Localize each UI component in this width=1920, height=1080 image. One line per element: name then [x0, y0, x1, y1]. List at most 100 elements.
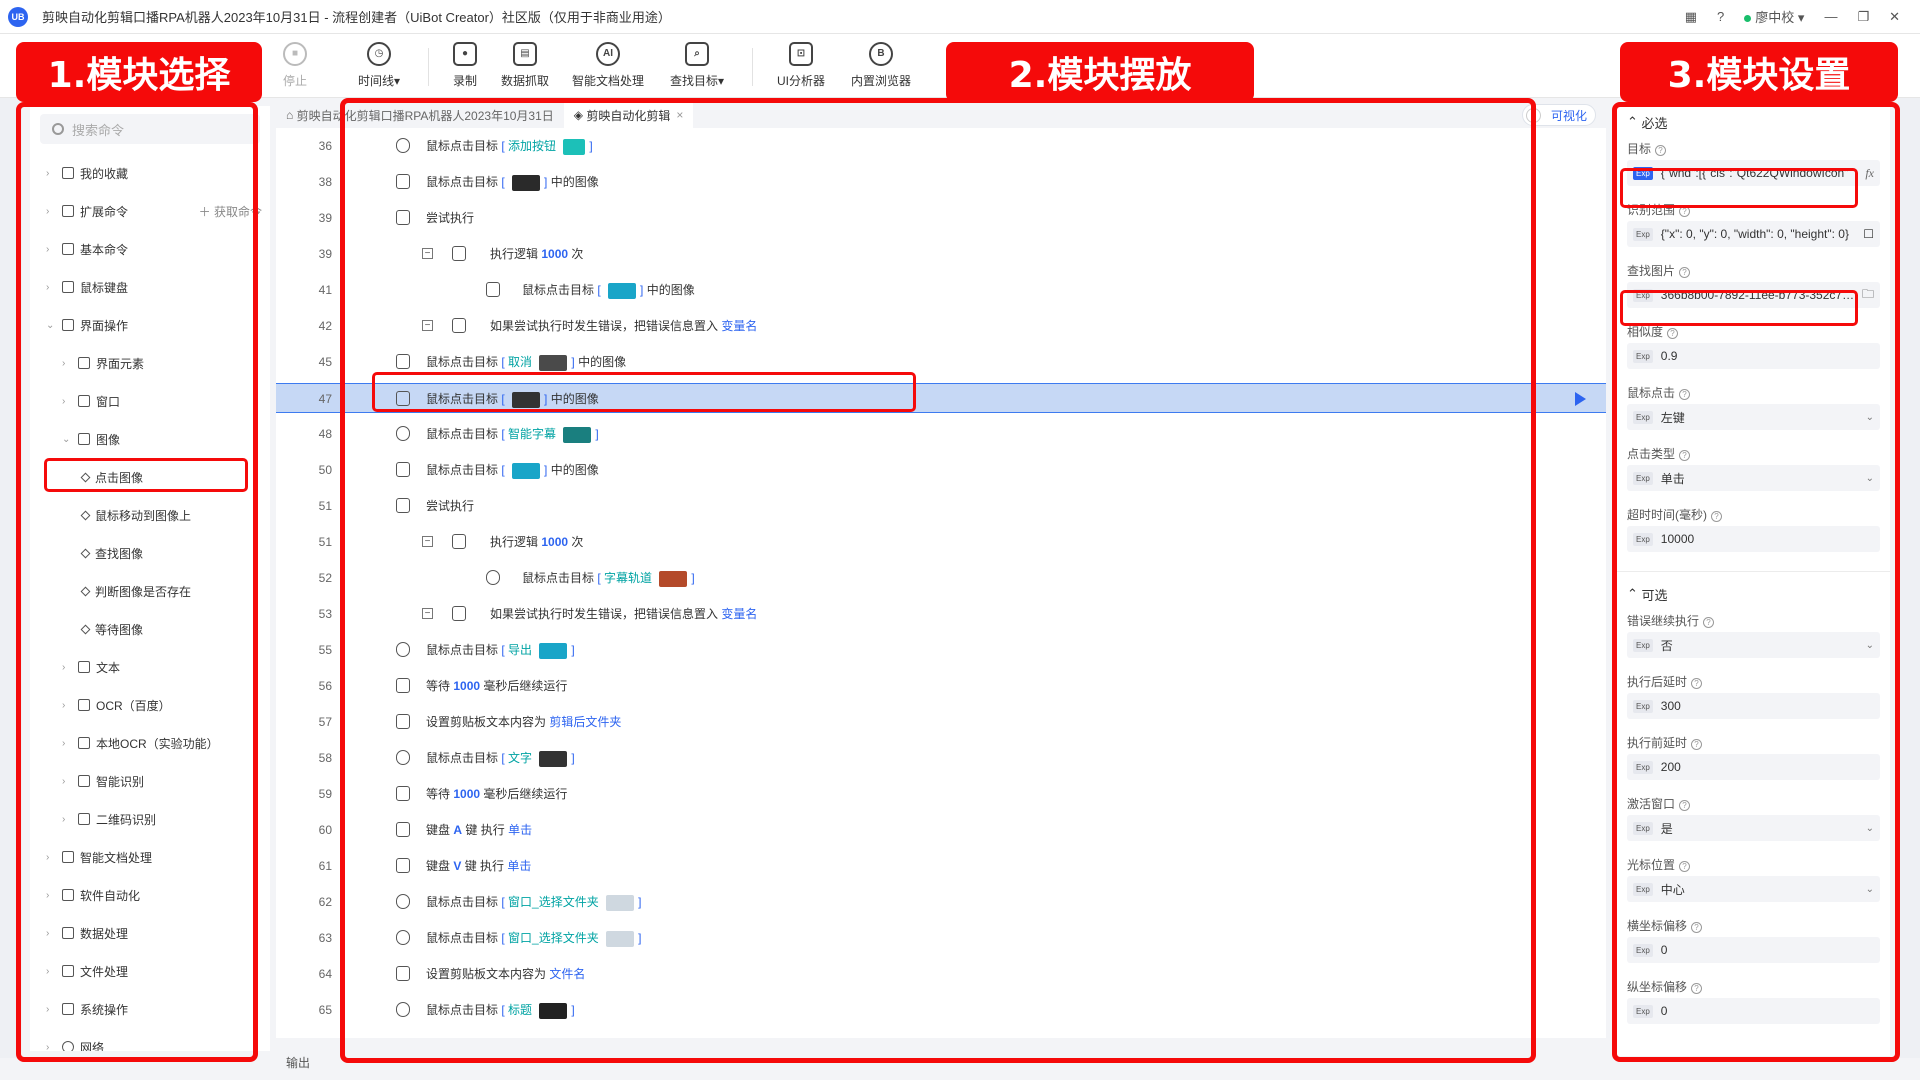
flow-row[interactable]: 58 鼠标点击目标 [ 文字 ] — [276, 743, 1606, 773]
tree-item-image[interactable]: ⌄ 图像 — [30, 420, 270, 458]
help-icon[interactable]: ? — [1679, 389, 1691, 400]
flow-row[interactable]: 65 鼠标点击目标 [ 标题 ] — [276, 995, 1606, 1025]
tree-item-image-exists[interactable]: 判断图像是否存在 — [30, 572, 270, 610]
help-icon[interactable]: ? — [1655, 145, 1667, 156]
click-type-select[interactable]: Exp 单击 ⌄ — [1627, 465, 1880, 491]
flow-row[interactable]: 57 设置剪贴板文本内容为 剪辑后文件夹 — [276, 707, 1606, 737]
fx-icon[interactable]: fx — [1865, 166, 1874, 181]
flow-row[interactable]: 64 设置剪贴板文本内容为 文件名 — [276, 959, 1606, 989]
help-icon[interactable]: ? — [1679, 450, 1691, 461]
flow-row[interactable]: 38 鼠标点击目标 [ ] 中的图像 — [276, 167, 1606, 197]
flow-row[interactable]: 51 尝试执行 — [276, 491, 1606, 521]
flow-row[interactable]: 42 − 如果尝试执行时发生错误，把错误信息置入 变量名 — [276, 311, 1606, 341]
flow-row[interactable]: 53 − 如果尝试执行时发生错误，把错误信息置入 变量名 — [276, 599, 1606, 629]
ui-analyzer-button[interactable]: ⊡ UI分析器 — [758, 42, 844, 89]
tree-item-smart-doc[interactable]: › 智能文档处理 — [30, 838, 270, 876]
flow-row[interactable]: 51 − 执行逻辑 1000 次 — [276, 527, 1606, 557]
flow-row[interactable]: 56 等待 1000 毫秒后继续运行 — [276, 671, 1606, 701]
tree-item-extensions[interactable]: › 扩展命令＋ 获取命令 — [30, 192, 270, 230]
grid-icon[interactable]: ▦ — [1685, 9, 1697, 25]
tree-item-system-ops[interactable]: › 系统操作 — [30, 990, 270, 1028]
tab-jianying-edit[interactable]: ◈ 剪映自动化剪辑 × — [563, 102, 694, 128]
help-icon[interactable]: ? — [1711, 511, 1722, 522]
smart-doc-button[interactable]: AI 智能文档处理 — [565, 42, 651, 89]
help-icon[interactable]: ? — [1691, 678, 1703, 689]
collapse-icon[interactable]: − — [422, 608, 433, 619]
flow-row[interactable]: 52 鼠标点击目标 [ 字幕轨道 ] — [276, 563, 1606, 593]
tree-item-ui-elements[interactable]: › 界面元素 — [30, 344, 270, 382]
flow-row[interactable]: 61 键盘 V 键 执行 单击 — [276, 851, 1606, 881]
cursor-position-select[interactable]: Exp 中心 ⌄ — [1627, 876, 1880, 902]
delay-after-field[interactable]: Exp 300 — [1627, 693, 1880, 719]
timeline-button[interactable]: ◷ 时间线▾ — [336, 42, 422, 89]
browser-button[interactable]: B 内置浏览器 — [838, 42, 924, 89]
help-icon[interactable]: ? — [1691, 739, 1703, 750]
delay-before-field[interactable]: Exp 200 — [1627, 754, 1880, 780]
exp-toggle[interactable]: Exp — [1633, 1004, 1653, 1018]
target-field[interactable]: Exp {"wnd":[{"cls":"Qt622QWindowIcon" fx — [1627, 160, 1880, 186]
flow-row[interactable]: 66 键盘 A 键 执行 单击 — [276, 1031, 1606, 1038]
tree-item-qrcode[interactable]: › 二维码识别 — [30, 800, 270, 838]
visual-toggle[interactable]: 可视化 — [1521, 104, 1596, 126]
tree-item-data-processing[interactable]: › 数据处理 — [30, 914, 270, 952]
exp-toggle[interactable]: Exp — [1633, 882, 1653, 896]
folder-icon[interactable]: 🗀 — [1862, 285, 1874, 306]
offset-y-field[interactable]: Exp 0 — [1627, 998, 1880, 1024]
flow-row[interactable]: 63 鼠标点击目标 [ 窗口_选择文件夹 ] — [276, 923, 1606, 953]
find-target-button[interactable]: ⌕ 查找目标▾ — [654, 42, 740, 89]
run-row-icon[interactable] — [1575, 392, 1586, 406]
flow-row[interactable]: 55 鼠标点击目标 [ 导出 ] — [276, 635, 1606, 665]
stop-button[interactable]: ■ 停止 — [252, 42, 338, 89]
tree-item-file-processing[interactable]: › 文件处理 — [30, 952, 270, 990]
flow-row[interactable]: 41 鼠标点击目标 [ ] 中的图像 — [276, 275, 1606, 305]
image-field[interactable]: Exp366b8b00-7892-11ee-b773-352c7d5e8e0a🗀 — [1627, 282, 1880, 308]
tree-item-click-image[interactable]: 点击图像 — [30, 458, 270, 496]
tree-item-text[interactable]: › 文本 — [30, 648, 270, 686]
user-menu[interactable]: 廖中校 ▾ — [1744, 7, 1804, 26]
continue-on-error-select[interactable]: Exp 否 ⌄ — [1627, 632, 1880, 658]
flow-row-selected[interactable]: 47 鼠标点击目标 [ ] 中的图像 — [276, 383, 1606, 413]
collapse-icon[interactable]: − — [422, 248, 433, 259]
tree-item-smart-recognition[interactable]: › 智能识别 — [30, 762, 270, 800]
exp-toggle[interactable]: Exp — [1633, 699, 1653, 713]
similarity-field[interactable]: Exp 0.9 — [1627, 343, 1880, 369]
exp-toggle[interactable]: Exp — [1633, 166, 1653, 180]
exp-toggle[interactable]: Exp — [1633, 943, 1653, 957]
exp-toggle[interactable]: Exp — [1633, 288, 1653, 302]
scope-field[interactable]: Exp {"x": 0, "y": 0, "width": 0, "height"… — [1627, 221, 1880, 247]
close-icon[interactable]: ✕ — [1889, 9, 1900, 25]
help-icon[interactable]: ? — [1679, 267, 1691, 278]
help-icon[interactable]: ? — [1717, 9, 1724, 24]
get-command-link[interactable]: ＋ 获取命令 — [199, 203, 262, 220]
tree-item-mouse-keyboard[interactable]: › 鼠标键盘 — [30, 268, 270, 306]
help-icon[interactable]: ? — [1667, 328, 1679, 339]
minimize-icon[interactable]: — — [1824, 9, 1837, 24]
flow-row[interactable]: 45 鼠标点击目标 [ 取消 ] 中的图像 — [276, 347, 1606, 377]
select-region-icon[interactable]: ☐ — [1863, 227, 1874, 241]
offset-x-field[interactable]: Exp 0 — [1627, 937, 1880, 963]
tab-main-flow[interactable]: ⌂ 剪映自动化剪辑口播RPA机器人2023年10月31日 — [276, 102, 564, 128]
tab-close-icon[interactable]: × — [676, 108, 683, 122]
tree-item-favorites[interactable]: › 我的收藏 — [30, 154, 270, 192]
tree-item-window[interactable]: › 窗口 — [30, 382, 270, 420]
help-icon[interactable]: ? — [1703, 617, 1715, 628]
tree-item-network[interactable]: › 网络 — [30, 1028, 270, 1051]
exp-toggle[interactable]: Exp — [1633, 227, 1653, 241]
exp-toggle[interactable]: Exp — [1633, 532, 1653, 546]
exp-toggle[interactable]: Exp — [1633, 410, 1653, 424]
help-icon[interactable]: ? — [1691, 983, 1703, 994]
flow-row[interactable]: 39 − 执行逻辑 1000 次 — [276, 239, 1606, 269]
timeout-field[interactable]: Exp 10000 — [1627, 526, 1880, 552]
flow-row[interactable]: 50 鼠标点击目标 [ ] 中的图像 — [276, 455, 1606, 485]
tree-item-hover-image[interactable]: 鼠标移动到图像上 — [30, 496, 270, 534]
required-section-header[interactable]: ⌃ 必选 — [1615, 106, 1890, 138]
command-search-input[interactable]: 搜索命令 — [40, 114, 260, 144]
data-capture-button[interactable]: ▤ 数据抓取 — [482, 42, 568, 89]
flow-row[interactable]: 36 鼠标点击目标 [ 添加按钮 ] — [276, 131, 1606, 161]
help-icon[interactable]: ? — [1691, 922, 1703, 933]
help-icon[interactable]: ? — [1679, 861, 1691, 872]
exp-toggle[interactable]: Exp — [1633, 821, 1653, 835]
output-panel-tab[interactable]: 输出 — [276, 1040, 1606, 1080]
tree-item-ui-ops[interactable]: ⌄ 界面操作 — [30, 306, 270, 344]
tree-item-find-image[interactable]: 查找图像 — [30, 534, 270, 572]
